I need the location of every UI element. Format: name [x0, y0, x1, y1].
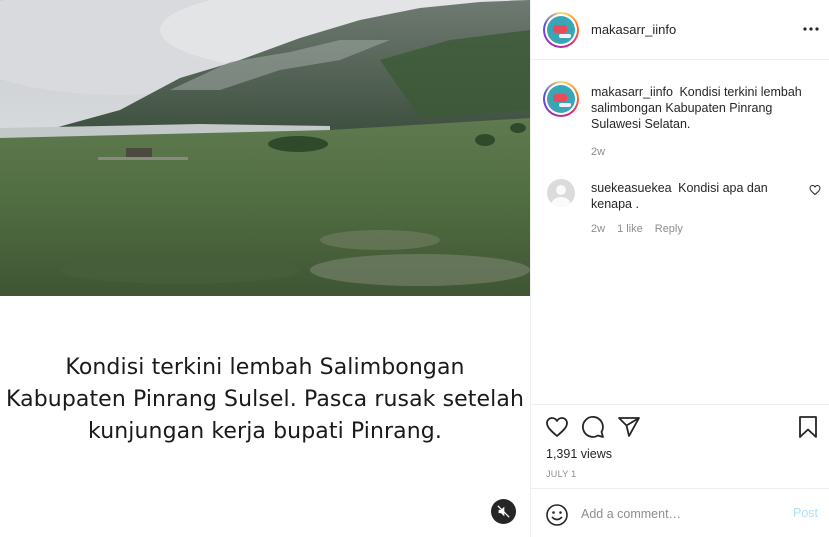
overlay-line: Kondisi terkini lembah Salimbongan: [65, 355, 465, 380]
comment-text: suekeasuekea Kondisi apa dan kenapa .: [591, 180, 787, 212]
landscape-image: [0, 0, 530, 296]
post-date[interactable]: JULY 1: [546, 469, 576, 479]
comment-like-button[interactable]: [809, 183, 823, 197]
avatar[interactable]: [543, 12, 579, 48]
caption-username[interactable]: makasarr_iinfo: [591, 85, 673, 99]
video-overlay-caption: Kondisi terkini lembah Salimbongan Kabup…: [0, 352, 530, 448]
caption-text: makasarr_iinfo Kondisi terkini lembah sa…: [591, 84, 817, 132]
heart-icon: [809, 184, 821, 196]
view-count[interactable]: 1,391 views: [546, 447, 612, 461]
comment-meta: 2w 1 like Reply: [591, 223, 683, 235]
comment-username[interactable]: suekeasuekea: [591, 181, 672, 195]
mute-icon: [497, 505, 510, 518]
comment-like-count[interactable]: 1 like: [617, 223, 643, 235]
post-media[interactable]: Kondisi terkini lembah Salimbongan Kabup…: [0, 0, 530, 537]
post-comment-button[interactable]: Post: [793, 506, 818, 520]
post-side-panel: makasarr_iinfo makasarr_iinfo Kondisi te…: [530, 0, 829, 537]
comment-timestamp[interactable]: 2w: [591, 223, 605, 235]
post-actions: 1,391 views JULY 1: [531, 404, 829, 488]
mute-button[interactable]: [491, 499, 516, 524]
avatar[interactable]: [547, 179, 575, 207]
overlay-line: Kabupaten Pinrang Sulsel. Pasca rusak se…: [5, 387, 524, 412]
comment-button[interactable]: [581, 415, 605, 439]
bookmark-icon: [799, 416, 817, 438]
add-comment-bar: Post: [531, 488, 829, 537]
avatar[interactable]: [543, 81, 579, 117]
comment-icon: [582, 416, 604, 438]
emoji-button[interactable]: [545, 503, 569, 527]
heart-icon: [546, 417, 568, 437]
post-author-username[interactable]: makasarr_iinfo: [591, 22, 676, 37]
share-button[interactable]: [617, 415, 641, 439]
more-options-button[interactable]: [802, 20, 820, 38]
reply-button[interactable]: Reply: [655, 223, 683, 235]
comment-input[interactable]: [581, 503, 781, 525]
share-icon: [618, 417, 640, 437]
post-header: makasarr_iinfo: [531, 0, 829, 60]
like-button[interactable]: [545, 415, 569, 439]
save-button[interactable]: [796, 415, 820, 439]
emoji-icon: [546, 504, 568, 526]
video-frame[interactable]: [0, 0, 530, 296]
more-icon: [803, 27, 819, 31]
comments-section[interactable]: makasarr_iinfo Kondisi terkini lembah sa…: [531, 61, 829, 404]
caption-timestamp[interactable]: 2w: [591, 146, 605, 158]
overlay-line: kunjungan kerja bupati Pinrang.: [88, 419, 442, 444]
